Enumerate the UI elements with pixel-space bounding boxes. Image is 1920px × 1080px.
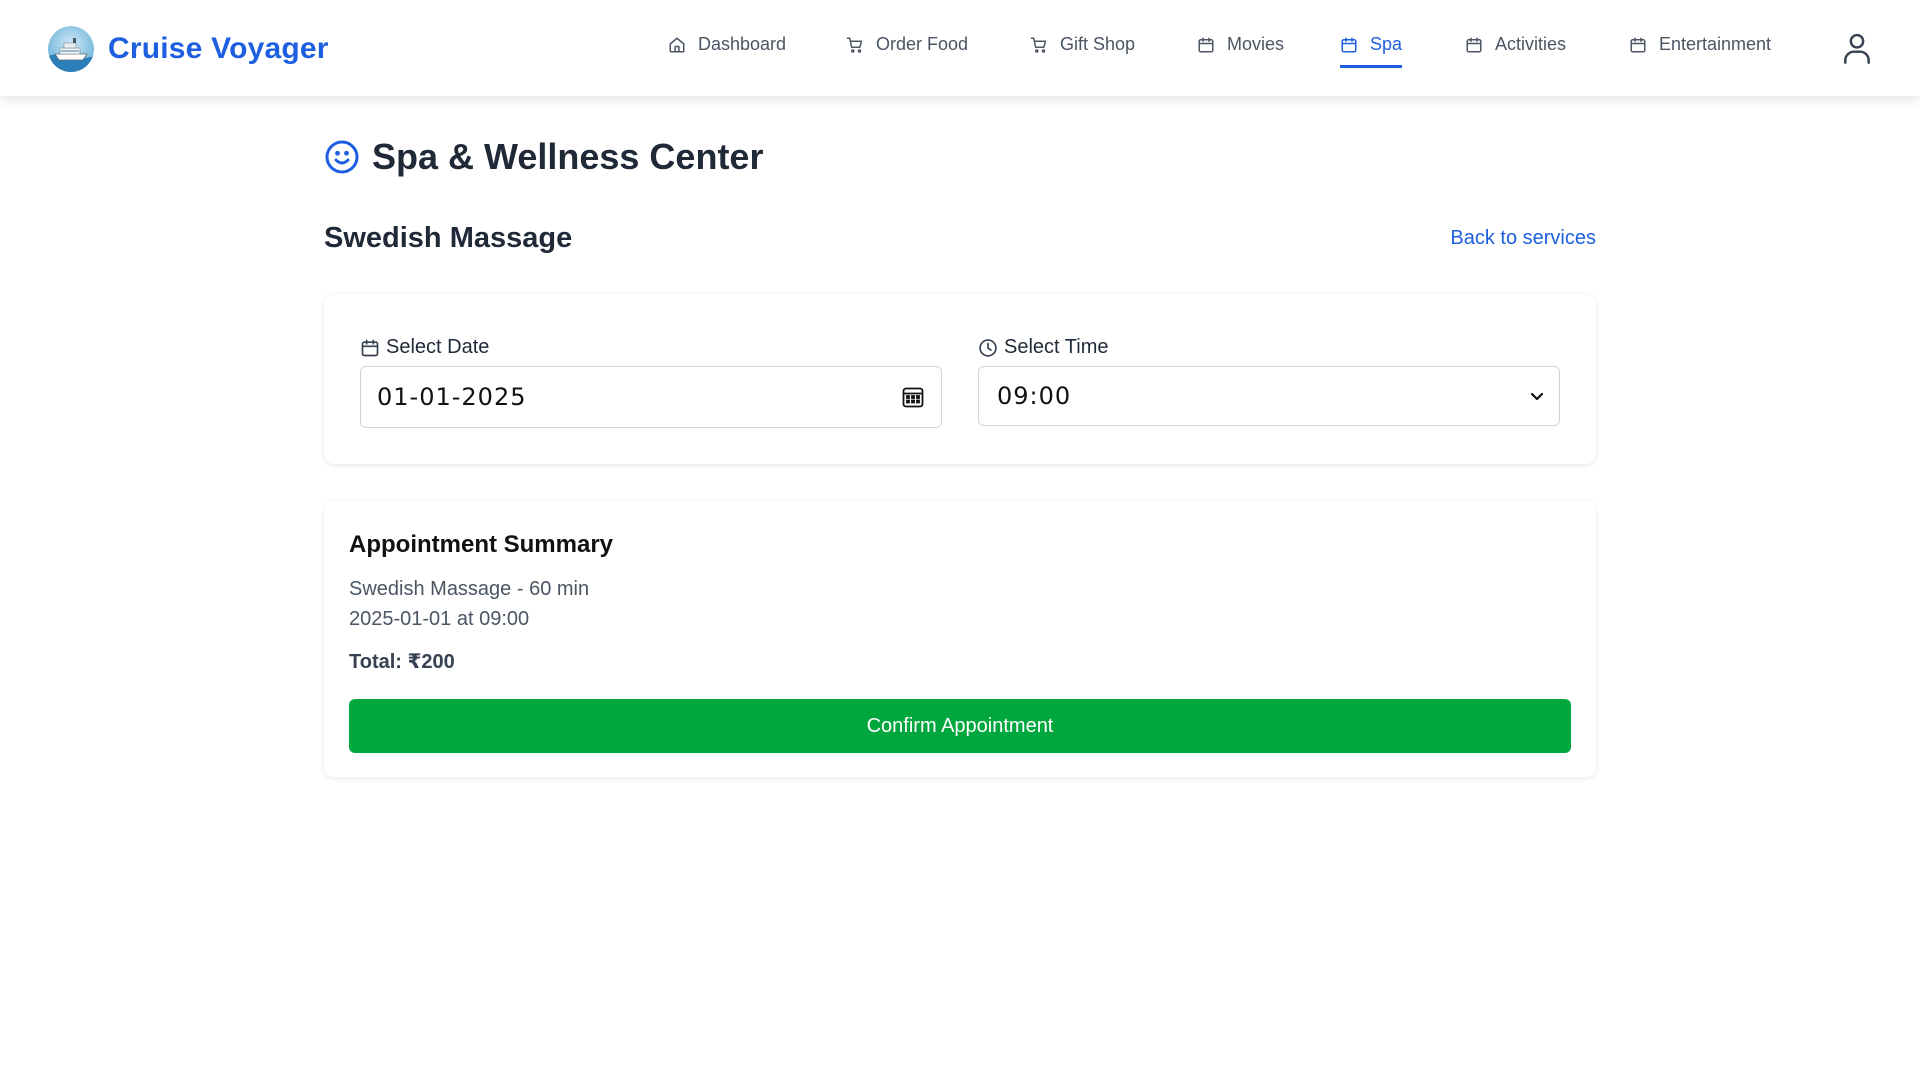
chevron-down-icon bbox=[1530, 392, 1544, 401]
nav-label: Gift Shop bbox=[1060, 34, 1136, 54]
nav-item-order-food[interactable]: Order Food bbox=[846, 34, 968, 68]
summary-datetime: 2025-01-01 at 09:00 bbox=[349, 608, 530, 630]
page-heading: Spa & Wellness Center bbox=[372, 136, 764, 177]
nav-item-spa[interactable]: Spa bbox=[1340, 34, 1403, 68]
home-icon bbox=[669, 37, 685, 53]
summary-title: Appointment Summary bbox=[349, 531, 614, 558]
clock-icon bbox=[979, 338, 997, 357]
cart-icon bbox=[846, 37, 863, 53]
calendar-picker-icon[interactable] bbox=[901, 385, 925, 409]
date-label: Select Date bbox=[360, 336, 489, 359]
cart-icon bbox=[1030, 37, 1047, 53]
nav-label: Movies bbox=[1227, 34, 1285, 54]
nav-item-movies[interactable]: Movies bbox=[1197, 34, 1284, 68]
nav-label: Dashboard bbox=[698, 34, 787, 54]
nav-item-entertainment[interactable]: Entertainment bbox=[1629, 34, 1771, 68]
nav-label: Entertainment bbox=[1659, 34, 1772, 54]
time-select[interactable]: 09:00 bbox=[978, 366, 1560, 426]
booking-card: Select Date 01-01-2025 Select Time 09:00 bbox=[324, 294, 1596, 464]
smile-icon bbox=[325, 140, 359, 174]
nav-item-activities[interactable]: Activities bbox=[1465, 34, 1566, 68]
user-icon[interactable] bbox=[1842, 32, 1872, 64]
top-navbar: Cruise Voyager Dashboard Order Food Gift… bbox=[0, 0, 1920, 96]
date-input[interactable]: 01-01-2025 bbox=[360, 366, 942, 428]
nav-label: Activities bbox=[1495, 34, 1567, 54]
main-nav: Dashboard Order Food Gift Shop Movies Sp… bbox=[0, 0, 1920, 96]
page-title: Spa & Wellness Center bbox=[324, 136, 763, 178]
nav-label: Order Food bbox=[876, 34, 969, 54]
calendar-icon bbox=[1630, 37, 1646, 53]
confirm-appointment-button[interactable]: Confirm Appointment bbox=[349, 699, 1571, 753]
summary-total: Total: ₹200 bbox=[349, 651, 455, 673]
nav-item-dashboard[interactable]: Dashboard bbox=[668, 34, 786, 68]
calendar-icon bbox=[1341, 37, 1357, 53]
calendar-icon bbox=[1466, 37, 1482, 53]
calendar-icon bbox=[1198, 37, 1214, 53]
date-value: 01-01-2025 bbox=[377, 383, 527, 411]
summary-service: Swedish Massage - 60 min bbox=[349, 578, 590, 600]
calendar-icon bbox=[361, 339, 379, 356]
appointment-summary-card: Appointment Summary Swedish Massage - 60… bbox=[324, 501, 1596, 777]
nav-label: Spa bbox=[1370, 34, 1403, 54]
nav-item-gift-shop[interactable]: Gift Shop bbox=[1030, 34, 1135, 68]
service-title: Swedish Massage bbox=[324, 222, 573, 254]
time-value: 09:00 bbox=[997, 382, 1072, 410]
time-label: Select Time bbox=[978, 336, 1108, 359]
back-to-services-link[interactable]: Back to services bbox=[1450, 227, 1596, 250]
